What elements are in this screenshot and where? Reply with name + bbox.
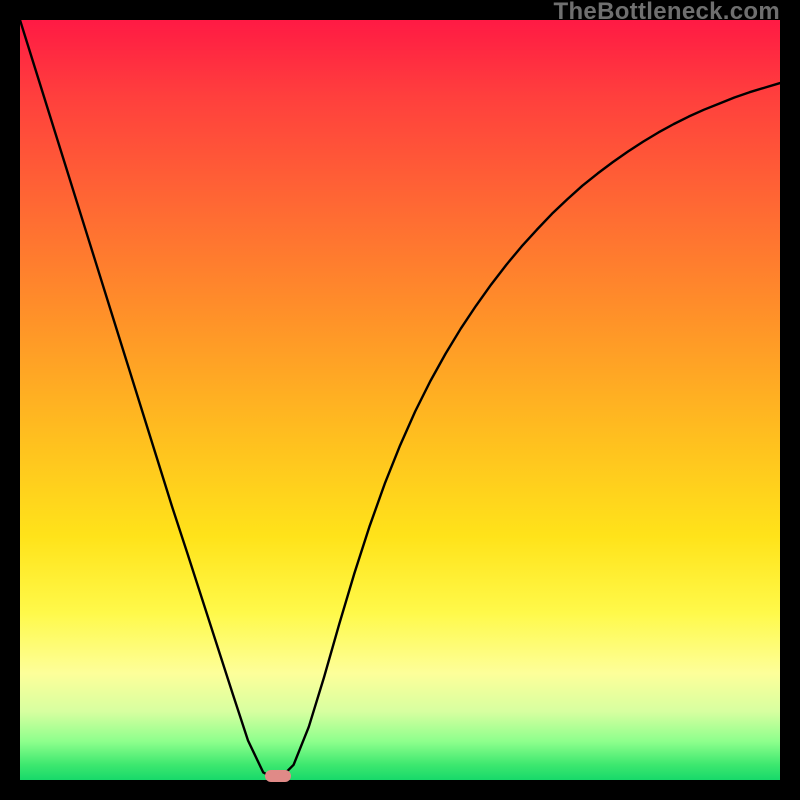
chart-frame: TheBottleneck.com <box>0 0 800 800</box>
plot-area <box>20 20 780 780</box>
optimum-marker <box>265 770 291 782</box>
curve-layer <box>20 20 780 780</box>
bottleneck-curve <box>20 20 780 780</box>
